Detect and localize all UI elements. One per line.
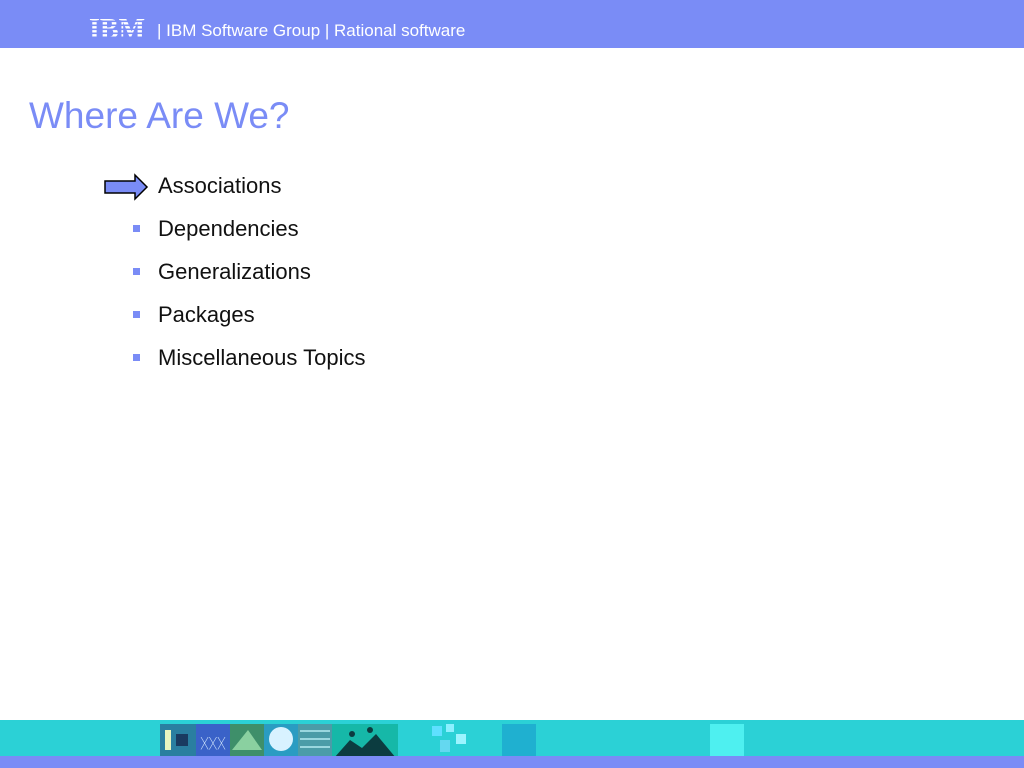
agenda-label: Associations bbox=[158, 173, 282, 198]
footer-tile-climbers bbox=[332, 724, 398, 758]
square-bullet-icon bbox=[133, 354, 140, 361]
footer-tile-people: ᚷᚷᚷ bbox=[196, 724, 230, 758]
footer-tile-figures bbox=[160, 724, 196, 758]
footer-tile-circuit bbox=[230, 724, 264, 758]
agenda-label: Generalizations bbox=[158, 259, 311, 284]
ibm-logo: IBM bbox=[89, 14, 145, 44]
footer-pixel-blocks bbox=[432, 724, 744, 758]
footer-tile-circle bbox=[264, 724, 298, 758]
svg-text:IBM: IBM bbox=[89, 14, 145, 44]
header-title: | IBM Software Group | Rational software bbox=[157, 21, 466, 40]
square-bullet-icon bbox=[133, 311, 140, 318]
right-arrow-icon bbox=[104, 173, 149, 201]
agenda-label: Miscellaneous Topics bbox=[158, 345, 366, 370]
square-bullet-icon bbox=[133, 268, 140, 275]
svg-text:ᚷᚷᚷ: ᚷᚷᚷ bbox=[200, 736, 226, 752]
footer-image-strip: ᚷᚷᚷ bbox=[160, 724, 744, 758]
slide-title: Where Are We? bbox=[29, 95, 290, 136]
footer-bar bbox=[0, 756, 1024, 768]
slide-header: IBM | IBM Software Group | Rational soft… bbox=[0, 0, 1024, 48]
agenda-label: Packages bbox=[158, 302, 255, 327]
footer-tile-lines bbox=[298, 724, 332, 758]
square-bullet-icon bbox=[133, 225, 140, 232]
agenda-label: Dependencies bbox=[158, 216, 299, 241]
